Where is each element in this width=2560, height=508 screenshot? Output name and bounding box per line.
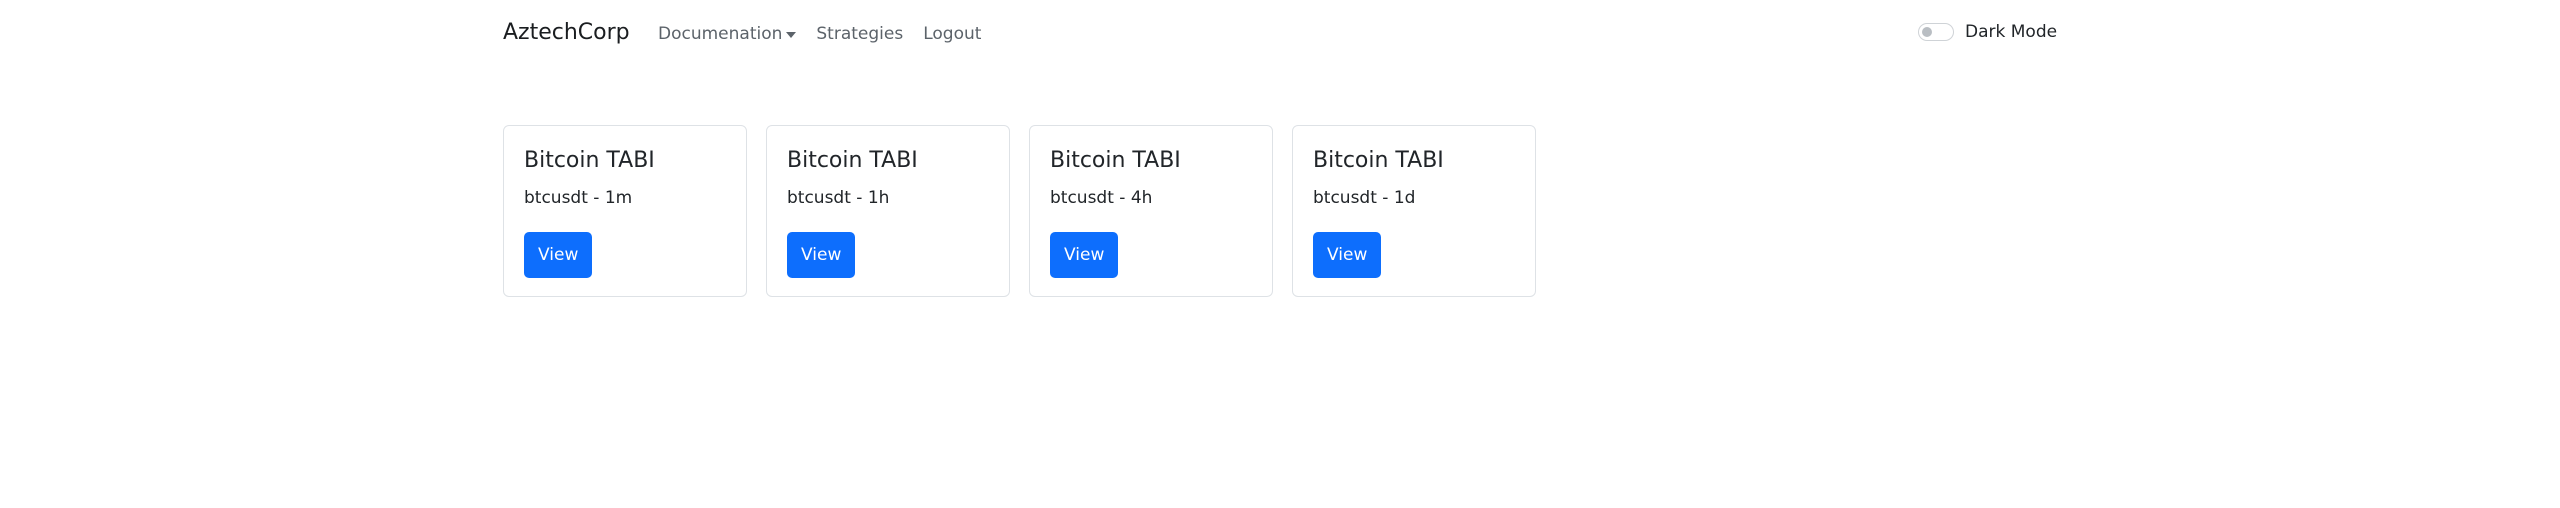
card-subtitle: btcusdt - 1m [524, 188, 633, 208]
view-button-4h[interactable]: View [1050, 232, 1119, 278]
card-title: Bitcoin TABI [787, 148, 918, 173]
card-title: Bitcoin TABI [1313, 148, 1444, 173]
nav-documentation-dropdown[interactable]: Documenation [658, 22, 797, 46]
nav-logout-link[interactable]: Logout [923, 22, 981, 46]
dark-mode-toggle[interactable]: Dark Mode [1918, 20, 2057, 44]
view-button-1h[interactable]: View [787, 232, 856, 278]
card-subtitle: btcusdt - 4h [1050, 188, 1153, 208]
strategy-card-list: Bitcoin TABI btcusdt - 1m View Bitcoin T… [503, 125, 1536, 297]
view-button-1m[interactable]: View [524, 232, 593, 278]
card-title: Bitcoin TABI [1050, 148, 1181, 173]
strategy-card-4h: Bitcoin TABI btcusdt - 4h View [1029, 125, 1273, 297]
nav-strategies-link[interactable]: Strategies [816, 22, 903, 46]
dark-mode-label: Dark Mode [1965, 22, 2058, 42]
nav-documentation-label: Documenation [658, 24, 783, 44]
strategy-card-1m: Bitcoin TABI btcusdt - 1m View [503, 125, 747, 297]
switch-knob-icon [1922, 27, 1932, 37]
card-subtitle: btcusdt - 1h [787, 188, 890, 208]
nav-links: Documenation Strategies Logout [658, 22, 1001, 46]
strategy-card-1d: Bitcoin TABI btcusdt - 1d View [1292, 125, 1536, 297]
top-navbar: AztechCorp Documenation Strategies Logou… [0, 0, 2560, 66]
brand-link[interactable]: AztechCorp [503, 18, 630, 48]
card-title: Bitcoin TABI [524, 148, 655, 173]
card-subtitle: btcusdt - 1d [1313, 188, 1416, 208]
strategy-card-1h: Bitcoin TABI btcusdt - 1h View [766, 125, 1010, 297]
caret-down-icon [786, 32, 797, 38]
dark-mode-switch[interactable] [1918, 23, 1954, 41]
view-button-1d[interactable]: View [1313, 232, 1382, 278]
